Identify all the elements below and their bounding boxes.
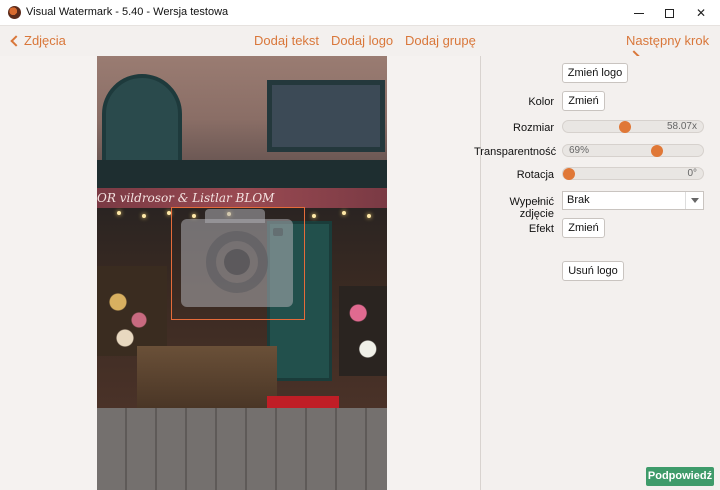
photo-upper-window [267,80,385,152]
change-logo-button[interactable]: Zmień logo [562,63,628,83]
maximize-icon [664,8,674,18]
close-icon: ✕ [695,6,707,20]
size-label: Rozmiar [513,122,554,134]
rotation-slider[interactable]: 0° [562,167,704,180]
close-button[interactable]: ✕ [684,0,718,26]
minimize-icon [634,12,644,14]
add-logo-link[interactable]: Dodaj logo [331,33,393,48]
watermark-lens-center [224,249,250,275]
chevron-left-icon [10,35,22,47]
logo-settings-panel: Zmień logo Kolor Zmień Rozmiar 58.07x Tr… [474,56,720,490]
photo-flower-stands [137,346,277,408]
rotation-label: Rotacja [516,169,554,181]
transparency-value: 69% [569,145,590,156]
fill-photo-value: Brak [567,194,590,206]
transparency-slider-handle[interactable] [651,145,664,157]
maximize-button[interactable] [652,0,686,26]
previous-step-label: Zdjęcia [24,33,66,48]
app-logo-icon [8,6,21,19]
photo-facade-band [97,160,387,190]
photo-shop-sign: OR vildrosor & Listlar BLOM [97,188,387,208]
photo-pavement [97,408,387,490]
hint-button[interactable]: Podpowiedź [646,467,714,486]
size-slider-handle[interactable] [619,121,632,133]
photo-flowers-right [339,286,387,376]
minimize-button[interactable] [622,0,656,26]
add-group-link[interactable]: Dodaj grupę [405,33,476,48]
size-slider[interactable]: 58.07x [562,120,704,133]
photo-arched-window [102,74,182,164]
rotation-slider-handle[interactable] [563,168,575,180]
color-change-button[interactable]: Zmień [562,91,605,111]
size-value: 58.07x [666,121,697,132]
previous-step-link[interactable]: Zdjęcia [10,33,66,48]
window-title: Visual Watermark - 5.40 - Wersja testowa [26,6,229,18]
next-step-label: Następny krok [626,33,710,48]
preview-canvas: OR vildrosor & Listlar BLOM [0,56,481,490]
step-navigation: Zdjęcia Dodaj tekst Dodaj logo Dodaj gru… [0,26,720,62]
transparency-label: Transparentność [474,146,557,158]
fill-photo-label: Wypełnić zdjęcie [509,196,554,220]
add-text-link[interactable]: Dodaj tekst [254,33,319,48]
title-bar: Visual Watermark - 5.40 - Wersja testowa… [0,0,720,26]
watermark-flash [273,228,283,236]
transparency-slider[interactable]: 69% [562,144,704,157]
remove-logo-button[interactable]: Usuń logo [562,261,624,281]
effect-label: Efekt [528,223,554,235]
chevron-down-icon[interactable] [685,192,703,209]
photo-flowers-left [97,266,167,356]
effect-change-button[interactable]: Zmień [562,218,605,238]
color-label: Kolor [528,96,554,108]
fill-photo-select[interactable]: Brak [562,191,704,210]
rotation-value: 0° [687,168,697,179]
